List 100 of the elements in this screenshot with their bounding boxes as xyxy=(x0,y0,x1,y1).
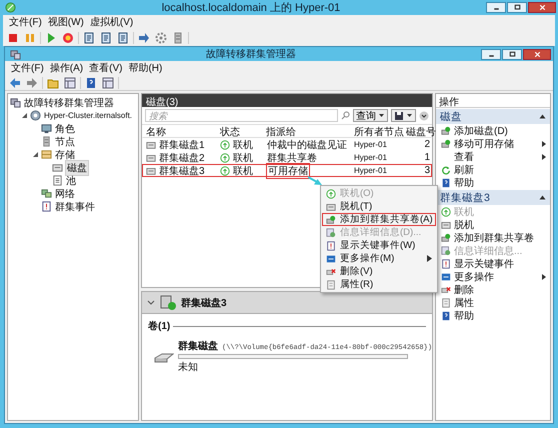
delete-icon xyxy=(326,266,336,276)
menu-item[interactable]: 视图(W) xyxy=(48,15,84,29)
add-icon xyxy=(441,126,451,136)
gear-icon[interactable] xyxy=(155,32,167,44)
table-cell-text: 联机 xyxy=(233,164,253,178)
maximize-button[interactable] xyxy=(507,2,527,13)
action-link[interactable]: 添加磁盘(D) xyxy=(436,124,550,137)
table-cell-text: 群集磁盘3 xyxy=(159,164,205,178)
action-link[interactable]: 显示关键事件 xyxy=(436,257,550,270)
action-link[interactable]: 查看 xyxy=(436,150,550,163)
table-cell-text: 群集共享卷 xyxy=(266,152,318,164)
action-link[interactable]: 更多操作 xyxy=(436,270,550,283)
menu-item[interactable]: 操作(A) xyxy=(50,61,84,75)
menu-item[interactable]: 文件(F) xyxy=(11,61,44,75)
close-button[interactable] xyxy=(523,48,551,60)
network-icon xyxy=(41,188,52,199)
help-icon[interactable] xyxy=(85,76,97,88)
table-cell: 1 xyxy=(424,152,430,163)
table-cell-text: 仲裁中的磁盘见证 xyxy=(266,138,348,152)
column-header[interactable]: 指派给 xyxy=(263,124,351,138)
menu-item[interactable]: 帮助(H) xyxy=(128,61,162,75)
action-link[interactable]: 帮助 xyxy=(436,309,550,322)
maximize-icon[interactable] xyxy=(512,3,522,12)
menu-item[interactable]: 文件(F) xyxy=(9,15,42,29)
tree-item[interactable]: 池 xyxy=(65,174,77,188)
window-title: localhost.localdomain 上的 Hyper-01 xyxy=(160,1,342,15)
menu-item[interactable]: 查看(V) xyxy=(89,61,122,75)
arrow-icon[interactable] xyxy=(138,32,150,44)
action-link[interactable]: 删除 xyxy=(436,283,550,296)
menu-item[interactable]: 更多操作(M) xyxy=(322,252,436,265)
storage-icon xyxy=(41,149,52,160)
play-icon[interactable] xyxy=(45,32,57,44)
caret-icon[interactable] xyxy=(378,112,385,119)
search-icon[interactable] xyxy=(341,111,350,120)
close-icon[interactable] xyxy=(532,50,542,58)
action-link[interactable]: 脱机 xyxy=(436,218,550,231)
table-cell: 3 xyxy=(424,165,430,176)
expand-arrow-icon[interactable] xyxy=(21,112,28,119)
panel-icon[interactable] xyxy=(64,76,76,88)
panel-icon[interactable] xyxy=(102,76,114,88)
expand-arrow-icon[interactable] xyxy=(32,151,39,158)
panel-title: 磁盘(3) xyxy=(142,94,432,107)
search-field[interactable]: 搜索 xyxy=(145,109,338,122)
action-link[interactable]: 属性 xyxy=(436,296,550,309)
column-header[interactable]: 磁盘号 xyxy=(403,124,435,138)
tree-item[interactable]: 磁盘 xyxy=(65,160,89,176)
table-cell: Hyper-01 xyxy=(354,140,387,149)
disk-online-icon xyxy=(159,294,177,310)
tree-item[interactable]: 节点 xyxy=(54,134,76,148)
expand-chevron-icon[interactable] xyxy=(419,110,429,120)
menu-item[interactable]: 显示关键事件(W) xyxy=(322,239,436,252)
tree-item[interactable]: Hyper-Cluster.iternalsoft. xyxy=(43,111,134,120)
back-icon[interactable] xyxy=(9,76,21,88)
menu-item[interactable]: 添加到群集共享卷(A) xyxy=(322,213,436,226)
reset-icon[interactable] xyxy=(62,32,74,44)
document-icon[interactable] xyxy=(100,32,112,44)
add-icon xyxy=(441,232,451,242)
computer-icon xyxy=(41,123,52,134)
event-icon xyxy=(326,240,336,250)
details-title: 群集磁盘3 xyxy=(181,296,227,310)
column-header[interactable]: 所有者节点 xyxy=(351,124,403,138)
table-cell-text: 联机 xyxy=(233,152,253,164)
section-header[interactable]: 群集磁盘3 xyxy=(436,190,550,205)
maximize-button[interactable] xyxy=(502,48,522,60)
delete-icon xyxy=(441,284,451,294)
close-button[interactable] xyxy=(528,2,556,13)
forward-icon[interactable] xyxy=(26,76,38,88)
menu-item[interactable]: 属性(R) xyxy=(322,278,436,291)
tree-item[interactable]: 角色 xyxy=(54,122,76,136)
query-button[interactable]: 查询 xyxy=(353,109,388,122)
stop-icon[interactable] xyxy=(7,32,19,44)
close-icon[interactable] xyxy=(538,3,546,12)
caret-icon[interactable] xyxy=(406,112,413,119)
menu-item[interactable]: 删除(V) xyxy=(322,265,436,278)
section-header[interactable]: 磁盘 xyxy=(436,109,550,124)
tree-item[interactable]: 存储 xyxy=(54,148,76,162)
document-icon[interactable] xyxy=(117,32,129,44)
action-link[interactable]: 刷新 xyxy=(436,163,550,176)
action-link[interactable]: 添加到群集共享卷 xyxy=(436,231,550,244)
action-link[interactable]: 帮助 xyxy=(436,176,550,189)
add-icon xyxy=(326,214,336,224)
menu-item[interactable]: 脱机(T) xyxy=(322,200,436,213)
maximize-icon[interactable] xyxy=(508,50,516,58)
tree-item[interactable]: 群集事件 xyxy=(54,200,96,214)
app-icon xyxy=(5,2,16,13)
table-cell-text: 联机 xyxy=(233,138,253,152)
menu-item[interactable]: 虚拟机(V) xyxy=(90,15,134,29)
collapse-chevron-icon[interactable] xyxy=(147,298,155,306)
server-icon[interactable] xyxy=(172,32,184,44)
column-header[interactable]: 状态 xyxy=(217,124,263,138)
pointer-arrow xyxy=(308,176,322,185)
document-icon[interactable] xyxy=(83,32,95,44)
save-icon[interactable] xyxy=(394,110,404,120)
column-header[interactable]: 名称 xyxy=(143,124,217,138)
save-query-button[interactable] xyxy=(391,109,416,122)
online-icon xyxy=(326,188,336,198)
action-link[interactable]: 移动可用存储 xyxy=(436,137,550,150)
tree-item[interactable]: 网络 xyxy=(54,186,76,200)
tree-item[interactable]: 故障转移群集管理器 xyxy=(23,96,115,110)
cluster-manager-icon xyxy=(10,97,21,108)
